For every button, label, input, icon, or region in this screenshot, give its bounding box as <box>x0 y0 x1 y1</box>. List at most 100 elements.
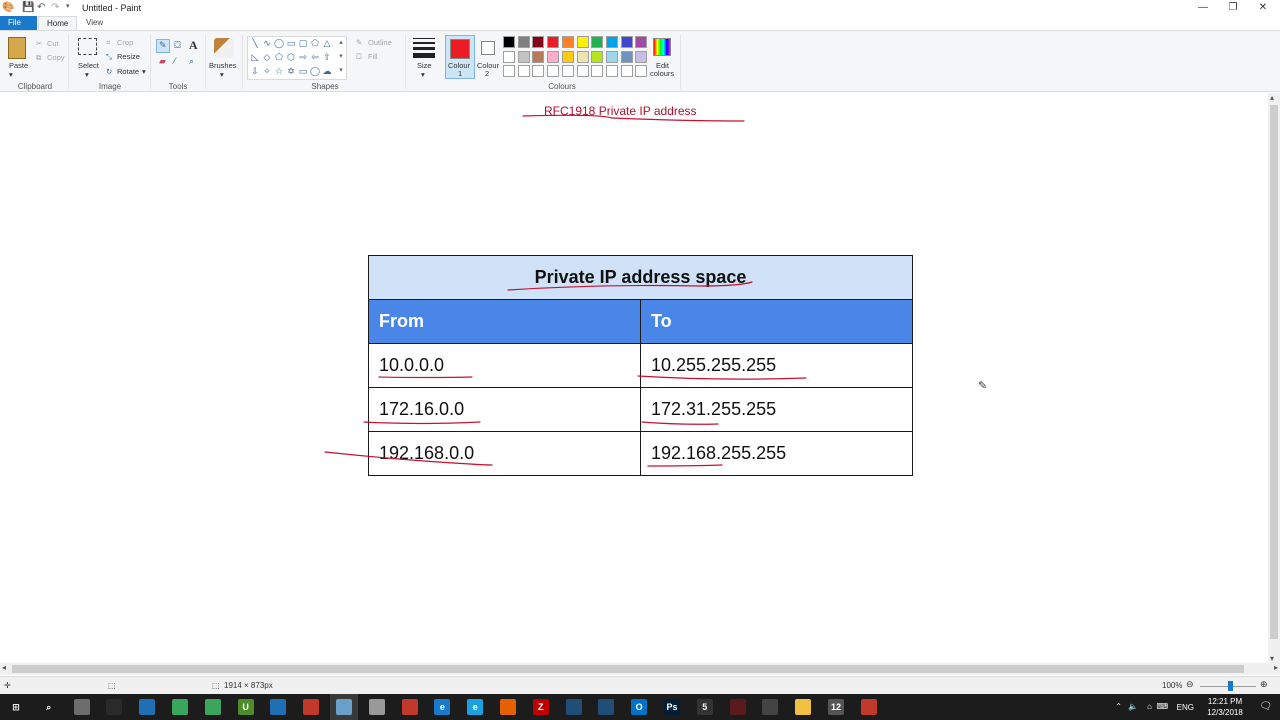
terminal-icon[interactable] <box>106 699 123 715</box>
app-icon-6[interactable] <box>270 699 287 715</box>
firefox-icon[interactable] <box>500 699 516 715</box>
network-icon[interactable]: ⌂ <box>1147 702 1152 711</box>
select-button[interactable]: Select <box>78 61 99 70</box>
filezilla-icon[interactable]: Z <box>532 699 549 715</box>
save-icon[interactable]: 💾 <box>22 2 34 14</box>
text-tool-icon[interactable]: A <box>189 38 198 53</box>
brushes-button[interactable]: Brushes <box>209 61 237 70</box>
minimize-button[interactable]: — <box>1188 0 1218 16</box>
rectangle-shape-icon[interactable]: ▭ <box>285 38 297 49</box>
app-icon-14[interactable] <box>762 699 779 715</box>
outline-icon[interactable]: ✎ <box>356 38 362 47</box>
colour-swatch[interactable] <box>620 36 633 48</box>
up-arrow-shape-icon[interactable]: ⇧ <box>321 52 333 63</box>
shapes-scroll-up-icon[interactable]: ▴ <box>335 38 347 46</box>
copy-icon[interactable]: ⧉ <box>36 53 41 63</box>
paint-app-icon[interactable] <box>336 699 352 715</box>
colour-swatch[interactable] <box>547 65 560 77</box>
horizontal-scrollbar[interactable]: ◂ ▸ <box>0 663 1280 675</box>
colour-swatch[interactable] <box>576 36 589 48</box>
colour-swatch[interactable] <box>561 50 574 63</box>
size-button[interactable]: Size <box>417 61 432 70</box>
colour-swatch[interactable] <box>561 65 574 77</box>
size-dropdown-icon[interactable]: ▾ <box>421 70 425 79</box>
app-icon-3[interactable] <box>172 699 188 715</box>
colour-swatch[interactable] <box>503 65 515 77</box>
rotate-dropdown-icon[interactable]: ▾ <box>142 67 146 76</box>
crop-button[interactable]: Crop <box>117 38 133 47</box>
fill-bucket-icon[interactable]: ⛋ <box>174 40 181 51</box>
close-button[interactable]: ✕ <box>1248 0 1278 16</box>
app-icon-11[interactable] <box>598 699 615 715</box>
colour-swatch[interactable] <box>517 65 530 77</box>
colour-swatch[interactable] <box>605 50 618 63</box>
shapes-expand-icon[interactable]: ▾ <box>335 66 347 74</box>
app-icon-13[interactable] <box>729 699 746 715</box>
colour-swatch[interactable] <box>547 50 560 63</box>
curve-shape-icon[interactable]: ∿ <box>261 38 273 49</box>
notifications-icon[interactable]: 🗨 <box>1259 701 1272 712</box>
colour-swatch[interactable] <box>635 50 648 63</box>
resize-button[interactable]: Resize <box>117 52 140 61</box>
four-point-star-shape-icon[interactable]: ✧ <box>261 66 273 77</box>
colour-2-swatch[interactable] <box>481 41 495 55</box>
oval-callout-shape-icon[interactable]: ◯ <box>309 66 321 77</box>
colour-swatch[interactable] <box>591 50 604 63</box>
colour-swatch[interactable] <box>532 50 545 63</box>
horizontal-scroll-thumb[interactable] <box>12 665 1244 673</box>
pentagon-shape-icon[interactable]: ⬠ <box>273 52 285 63</box>
search-icon[interactable]: ⌕ <box>40 699 57 715</box>
tab-view[interactable]: View <box>78 16 111 30</box>
pencil-icon[interactable]: ✎ <box>159 40 167 51</box>
diamond-shape-icon[interactable]: ◇ <box>261 52 273 63</box>
right-triangle-shape-icon[interactable]: ◺ <box>249 52 261 63</box>
shapes-gallery[interactable]: ╲ ∿ ◯ ▭ ▢ ⬠ △ ◺ ◇ ⬠ ⬡ ⇨ ⇦ ⇧ ⇩ ✧ ☆ ✡ ▭ ◯ … <box>247 36 347 80</box>
zoom-slider-thumb[interactable] <box>1228 681 1233 691</box>
rotate-icon[interactable]: ↻ <box>106 67 112 76</box>
scroll-up-icon[interactable]: ▴ <box>1270 93 1274 102</box>
right-arrow-shape-icon[interactable]: ⇨ <box>297 52 309 63</box>
brush-icon[interactable] <box>214 38 234 58</box>
tray-chevron-icon[interactable]: ⌃ <box>1115 702 1122 711</box>
colour-swatch[interactable] <box>503 36 515 48</box>
colour-swatch[interactable] <box>561 36 574 48</box>
restore-button[interactable]: ❐ <box>1218 0 1248 16</box>
language-indicator[interactable]: ENG <box>1177 703 1194 712</box>
select-icon[interactable] <box>78 38 97 55</box>
outline-button[interactable]: Outline <box>368 38 392 47</box>
down-arrow-shape-icon[interactable]: ⇩ <box>249 66 261 77</box>
magnifier-icon[interactable]: ⌕ <box>189 56 194 67</box>
colour-swatch[interactable] <box>620 50 633 63</box>
app-icon-16[interactable] <box>860 699 877 715</box>
rounded-rectangle-shape-icon[interactable]: ▢ <box>297 38 309 49</box>
app-icon-10[interactable] <box>565 699 582 715</box>
brushes-dropdown-icon[interactable]: ▾ <box>220 70 224 79</box>
colour-swatch[interactable] <box>576 50 589 63</box>
copy-button[interactable]: Copy <box>47 53 65 62</box>
colour-swatch[interactable] <box>605 65 618 77</box>
clock-time[interactable]: 12:21 PM <box>1200 697 1250 706</box>
undo-icon[interactable]: ↶ <box>37 2 45 14</box>
line-shape-icon[interactable]: ╲ <box>249 38 261 49</box>
app-icon-7[interactable] <box>303 699 320 715</box>
colour-swatch[interactable] <box>635 36 648 48</box>
rotate-button[interactable]: Rotate <box>117 67 139 76</box>
paste-button[interactable]: Paste <box>9 61 28 70</box>
start-icon[interactable]: ⊞ <box>8 699 24 715</box>
colour-swatch[interactable] <box>517 36 530 48</box>
triangle-shape-icon[interactable]: △ <box>321 38 333 49</box>
scroll-down-icon[interactable]: ▾ <box>1270 654 1274 663</box>
scroll-left-icon[interactable]: ◂ <box>2 663 6 672</box>
polygon-shape-icon[interactable]: ⬠ <box>309 38 321 49</box>
app-icon-1[interactable] <box>73 699 90 715</box>
colour-swatch[interactable] <box>620 65 633 77</box>
ime-icon[interactable]: ⌨ <box>1156 702 1168 711</box>
app-icon-4[interactable] <box>204 699 221 715</box>
hexagon-shape-icon[interactable]: ⬡ <box>285 52 297 63</box>
select-dropdown-icon[interactable]: ▾ <box>85 70 89 79</box>
scroll-right-icon[interactable]: ▸ <box>1274 663 1278 672</box>
app-icon-12[interactable]: 5 <box>696 699 713 715</box>
size-icon[interactable] <box>413 38 435 58</box>
colour-swatch[interactable] <box>635 65 648 77</box>
colour-swatch[interactable] <box>591 36 604 48</box>
